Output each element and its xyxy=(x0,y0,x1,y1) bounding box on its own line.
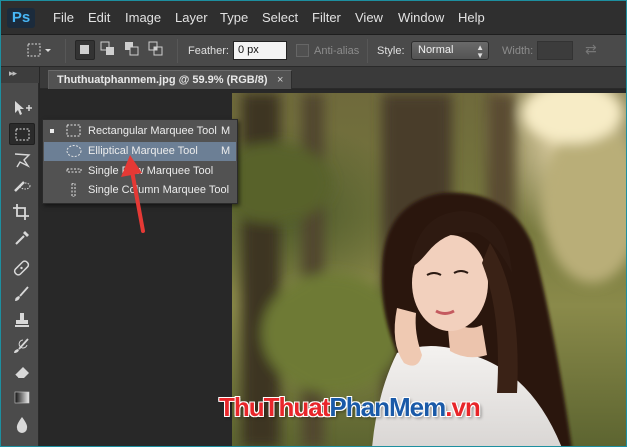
menu-type[interactable]: Type xyxy=(220,10,248,26)
menu-help[interactable]: Help xyxy=(458,10,485,26)
rect-marquee-tool-icon xyxy=(15,128,30,141)
history-brush-icon xyxy=(14,338,29,353)
watermark-part-3: .vn xyxy=(445,392,481,422)
ellipse-marquee-icon xyxy=(66,145,82,157)
add-to-selection-icon xyxy=(100,41,114,55)
style-select-value: Normal xyxy=(418,44,454,56)
gradient-icon xyxy=(14,391,30,404)
menu-image[interactable]: Image xyxy=(125,10,161,26)
watermark-logo: ThuThuatPhanMem.vn xyxy=(219,392,481,422)
blur-tool-icon xyxy=(16,417,28,433)
menu-layer[interactable]: Layer xyxy=(175,10,208,26)
document-tab-bar: Thuthuatphanmem.jpg @ 59.9% (RGB/8) × xyxy=(40,67,626,89)
document-tab[interactable]: Thuthuatphanmem.jpg @ 59.9% (RGB/8) × xyxy=(48,70,292,89)
menu-view[interactable]: View xyxy=(355,10,383,26)
blur-tool[interactable] xyxy=(9,413,35,435)
flyout-item-rectangular-marquee[interactable]: Rectangular Marquee Tool M xyxy=(44,122,236,141)
crop-tool-icon xyxy=(13,204,29,220)
new-selection-icon xyxy=(80,45,89,54)
selected-bullet-icon xyxy=(50,129,54,133)
menu-edit[interactable]: Edit xyxy=(88,10,110,26)
move-tool[interactable] xyxy=(9,97,35,119)
menu-file[interactable]: File xyxy=(53,10,74,26)
feather-input[interactable]: 0 px xyxy=(233,41,287,60)
swap-icon[interactable]: ⇄ xyxy=(585,43,597,57)
subtract-from-selection-icon xyxy=(125,42,139,56)
style-label: Style: xyxy=(377,45,405,57)
menu-window[interactable]: Window xyxy=(398,10,444,26)
healing-brush-tool[interactable] xyxy=(9,257,35,279)
add-selection-button[interactable] xyxy=(99,40,119,60)
move-tool-icon xyxy=(15,101,32,115)
rect-marquee-preset-icon xyxy=(27,43,51,57)
gradient-tool[interactable] xyxy=(9,387,35,409)
collapse-icon[interactable]: ▸▸ xyxy=(9,69,17,80)
quick-selection-icon xyxy=(14,181,31,192)
photoshop-logo: Ps xyxy=(7,8,35,28)
rect-marquee-icon xyxy=(66,124,81,137)
clone-stamp-icon xyxy=(15,313,29,327)
toolbox: ▸▸ xyxy=(1,67,39,446)
clone-stamp-tool[interactable] xyxy=(9,309,35,331)
intersect-selection-button[interactable] xyxy=(147,40,167,60)
watermark-part-1: ThuThuat xyxy=(219,392,330,422)
brush-tool-icon xyxy=(15,286,29,301)
eraser-icon xyxy=(14,367,29,379)
healing-brush-icon xyxy=(13,260,30,276)
menu-select[interactable]: Select xyxy=(262,10,298,26)
close-icon[interactable]: × xyxy=(277,73,283,87)
options-bar: Feather: 0 px Anti-alias Style: Normal ▲… xyxy=(1,35,626,67)
lasso-tool-icon xyxy=(14,153,31,168)
options-separator xyxy=(367,39,368,63)
single-row-icon xyxy=(66,168,82,173)
single-column-icon xyxy=(71,183,76,197)
toolbox-header: ▸▸ xyxy=(1,67,39,83)
flyout-item-shortcut: M xyxy=(221,125,231,137)
eraser-tool[interactable] xyxy=(9,361,35,383)
width-input[interactable] xyxy=(537,41,573,60)
feather-label: Feather: xyxy=(188,45,229,57)
eyedropper-icon xyxy=(15,231,29,245)
options-separator xyxy=(65,39,66,63)
menu-bar: Ps File Edit Image Layer Type Select Fil… xyxy=(1,1,626,35)
flyout-item-label: Rectangular Marquee Tool xyxy=(88,125,217,137)
menu-filter[interactable]: Filter xyxy=(312,10,341,26)
subtract-selection-button[interactable] xyxy=(123,40,143,60)
updown-arrows-icon: ▲ ▼ xyxy=(476,43,484,60)
new-selection-button[interactable] xyxy=(75,40,95,60)
crop-tool[interactable] xyxy=(9,201,35,223)
rect-marquee-tool[interactable] xyxy=(9,123,35,145)
quick-selection-tool[interactable] xyxy=(9,175,35,197)
flyout-item-label: Single Column Marquee Tool xyxy=(88,184,230,196)
watermark-part-2: PhanMem xyxy=(329,392,446,422)
eyedropper-tool[interactable] xyxy=(9,227,35,249)
photoshop-window: Ps File Edit Image Layer Type Select Fil… xyxy=(0,0,627,447)
style-select[interactable]: Normal ▲ ▼ xyxy=(411,41,489,60)
red-arrow-annotation xyxy=(121,155,145,233)
antialias-label: Anti-alias xyxy=(314,45,360,57)
brush-tool[interactable] xyxy=(9,283,35,305)
document-tab-title: Thuthuatphanmem.jpg @ 59.9% (RGB/8) xyxy=(57,74,268,86)
lasso-tool[interactable] xyxy=(9,149,35,171)
intersect-selection-icon xyxy=(148,41,163,56)
tool-preset-picker[interactable] xyxy=(25,40,51,60)
history-brush-tool[interactable] xyxy=(9,335,35,357)
width-label: Width: xyxy=(502,45,534,57)
options-separator xyxy=(177,39,178,63)
antialias-checkbox[interactable] xyxy=(296,44,309,57)
flyout-item-shortcut: M xyxy=(221,145,231,157)
